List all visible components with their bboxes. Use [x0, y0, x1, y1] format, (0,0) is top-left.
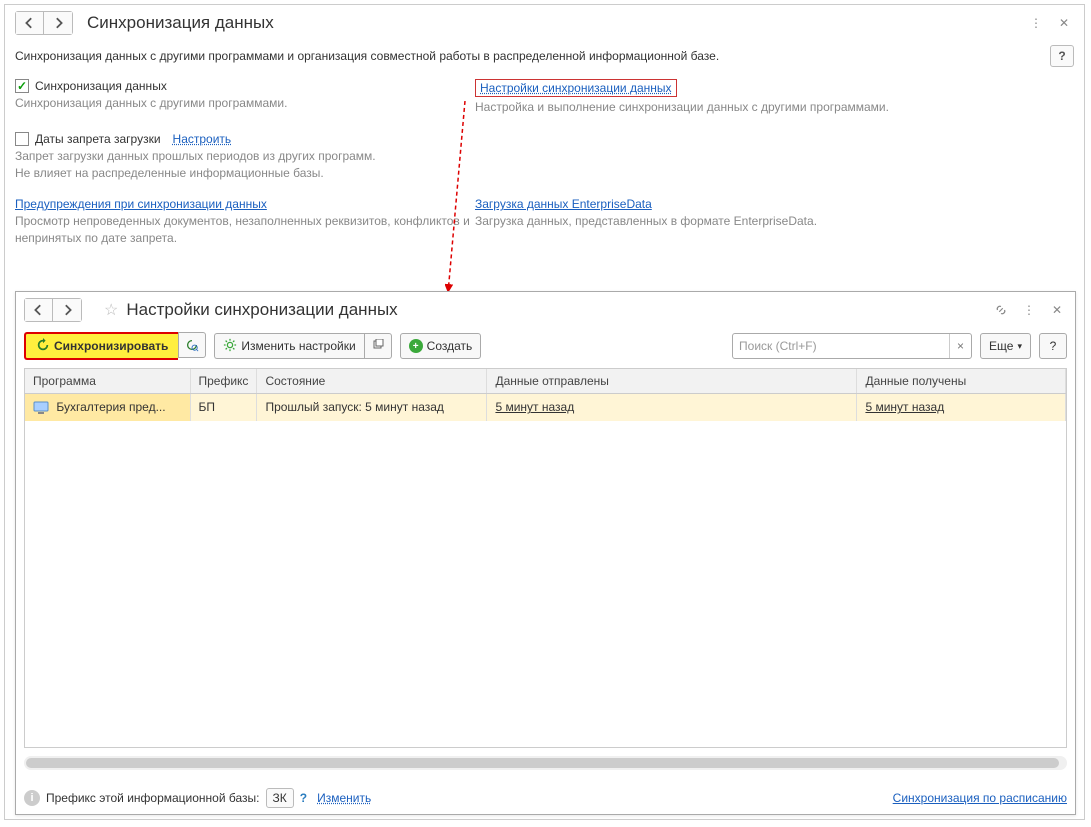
enterprise-hint: Загрузка данных, представленных в формат…	[475, 213, 1074, 230]
sync-button[interactable]: Синхронизировать	[24, 332, 178, 360]
cell-program: Бухгалтерия пред...	[56, 400, 165, 414]
more-button[interactable]: Еще ▾	[980, 333, 1031, 359]
page-title: Синхронизация данных	[87, 13, 274, 33]
footer-prefix-label: Префикс этой информационной базы:	[46, 791, 260, 805]
sync-settings-link[interactable]: Настройки синхронизации данных	[475, 79, 677, 97]
col-program[interactable]: Программа	[25, 369, 190, 394]
popup-icon	[372, 339, 384, 354]
toolbar-help-button[interactable]: ?	[1039, 333, 1067, 359]
kebab-menu-icon[interactable]: ⋮	[1026, 13, 1046, 33]
help-button[interactable]: ?	[1050, 45, 1074, 67]
col-prefix[interactable]: Префикс	[190, 369, 257, 394]
forward-button[interactable]	[44, 12, 72, 34]
warnings-hint: Просмотр непроведенных документов, незап…	[15, 213, 475, 247]
page-description: Синхронизация данных с другими программа…	[15, 49, 1050, 63]
plus-icon: +	[409, 339, 423, 353]
inner-forward-button[interactable]	[53, 299, 81, 321]
footer-prefix-value: ЗК	[266, 788, 294, 808]
help-label: ?	[1050, 339, 1057, 353]
inner-close-icon[interactable]: ✕	[1047, 300, 1067, 320]
change-settings-label: Изменить настройки	[241, 339, 355, 353]
gear-icon	[223, 338, 237, 355]
inner-kebab-icon[interactable]: ⋮	[1019, 300, 1039, 320]
create-button-label: Создать	[427, 339, 473, 353]
search-input[interactable]	[733, 334, 949, 358]
sync-checkbox-label: Синхронизация данных	[35, 79, 167, 93]
chevron-down-icon: ▾	[1017, 341, 1022, 352]
more-button-label: Еще	[989, 339, 1013, 353]
favorite-star-icon[interactable]: ☆	[104, 300, 118, 320]
cell-prefix: БП	[190, 394, 257, 421]
change-settings-button[interactable]: Изменить настройки	[214, 333, 363, 359]
footer-help-icon[interactable]: ?	[300, 791, 307, 805]
inner-title: Настройки синхронизации данных	[126, 300, 397, 320]
cell-sent[interactable]: 5 минут назад	[495, 400, 574, 414]
sync-button-label: Синхронизировать	[54, 339, 168, 353]
cell-received[interactable]: 5 минут назад	[865, 400, 944, 414]
inner-back-button[interactable]	[25, 299, 53, 321]
link-icon[interactable]	[991, 300, 1011, 320]
warnings-link[interactable]: Предупреждения при синхронизации данных	[15, 197, 267, 211]
ban-dates-label: Даты запрета загрузки	[35, 132, 161, 146]
sync-hint: Синхронизация данных с другими программа…	[15, 95, 475, 112]
schedule-link[interactable]: Синхронизация по расписанию	[893, 791, 1067, 805]
back-button[interactable]	[16, 12, 44, 34]
col-sent[interactable]: Данные отправлены	[487, 369, 857, 394]
ban-configure-link[interactable]: Настроить	[173, 132, 232, 146]
sync-checkbox[interactable]	[15, 79, 29, 93]
sync-search-button[interactable]	[178, 332, 206, 358]
search-clear-button[interactable]: ×	[949, 334, 971, 358]
horizontal-scrollbar[interactable]	[24, 756, 1067, 770]
enterprise-link[interactable]: Загрузка данных EnterpriseData	[475, 197, 652, 211]
popup-button[interactable]	[364, 333, 392, 359]
table-row[interactable]: Бухгалтерия пред... БП Прошлый запуск: 5…	[25, 394, 1066, 421]
info-icon: i	[24, 790, 40, 806]
col-state[interactable]: Состояние	[257, 369, 487, 394]
ban-hint: Запрет загрузки данных прошлых периодов …	[15, 148, 475, 182]
app-icon	[33, 401, 49, 415]
cell-state: Прошлый запуск: 5 минут назад	[257, 394, 487, 421]
sync-settings-hint: Настройка и выполнение синхронизации дан…	[475, 99, 1074, 116]
footer-change-link[interactable]: Изменить	[317, 791, 371, 805]
ban-dates-checkbox[interactable]	[15, 132, 29, 146]
refresh-icon	[36, 338, 50, 355]
create-button[interactable]: + Создать	[400, 333, 482, 359]
close-icon[interactable]: ✕	[1054, 13, 1074, 33]
col-received[interactable]: Данные получены	[857, 369, 1066, 394]
